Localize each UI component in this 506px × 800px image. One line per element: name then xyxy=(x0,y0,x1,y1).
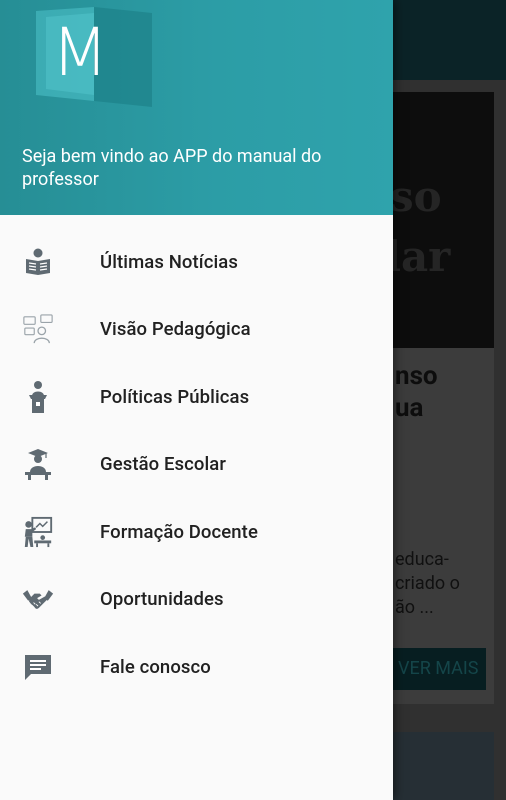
logo-letter: M xyxy=(52,14,109,91)
speaker-podium-icon xyxy=(22,380,54,413)
menu-item-label: Visão Pedagógica xyxy=(100,318,251,341)
navigation-drawer: M Seja bem vindo ao APP do manual do pro… xyxy=(0,0,393,800)
menu-item-visao-pedagogica[interactable]: Visão Pedagógica xyxy=(0,296,393,364)
menu-item-label: Últimas Notícias xyxy=(100,250,238,273)
handshake-icon xyxy=(22,583,54,615)
drawer-menu: Últimas Notícias Visão Pedagógica Políti… xyxy=(0,228,393,701)
menu-item-ultimas-noticias[interactable]: Últimas Notícias xyxy=(0,228,393,296)
menu-item-oportunidades[interactable]: Oportunidades xyxy=(0,566,393,634)
menu-item-fale-conosco[interactable]: Fale conosco xyxy=(0,633,393,701)
menu-item-gestao-escolar[interactable]: Gestão Escolar xyxy=(0,431,393,499)
drawer-header: M Seja bem vindo ao APP do manual do pro… xyxy=(0,0,393,215)
menu-item-label: Políticas Públicas xyxy=(100,385,250,408)
graduate-desk-icon xyxy=(22,448,54,481)
menu-item-label: Gestão Escolar xyxy=(100,453,227,476)
menu-item-label: Oportunidades xyxy=(100,588,224,611)
menu-item-label: Formação Docente xyxy=(100,520,258,543)
menu-item-politicas-publicas[interactable]: Políticas Públicas xyxy=(0,363,393,431)
newspaper-reader-icon xyxy=(22,246,54,278)
menu-item-label: Fale conosco xyxy=(100,655,211,678)
welcome-text: Seja bem vindo ao APP do manual do profe… xyxy=(22,146,322,190)
menu-item-formacao-docente[interactable]: Formação Docente xyxy=(0,498,393,566)
pedagogy-vision-icon xyxy=(22,313,54,345)
teacher-board-icon xyxy=(22,516,54,548)
app-logo: M xyxy=(36,7,152,107)
chat-message-icon xyxy=(22,651,54,683)
